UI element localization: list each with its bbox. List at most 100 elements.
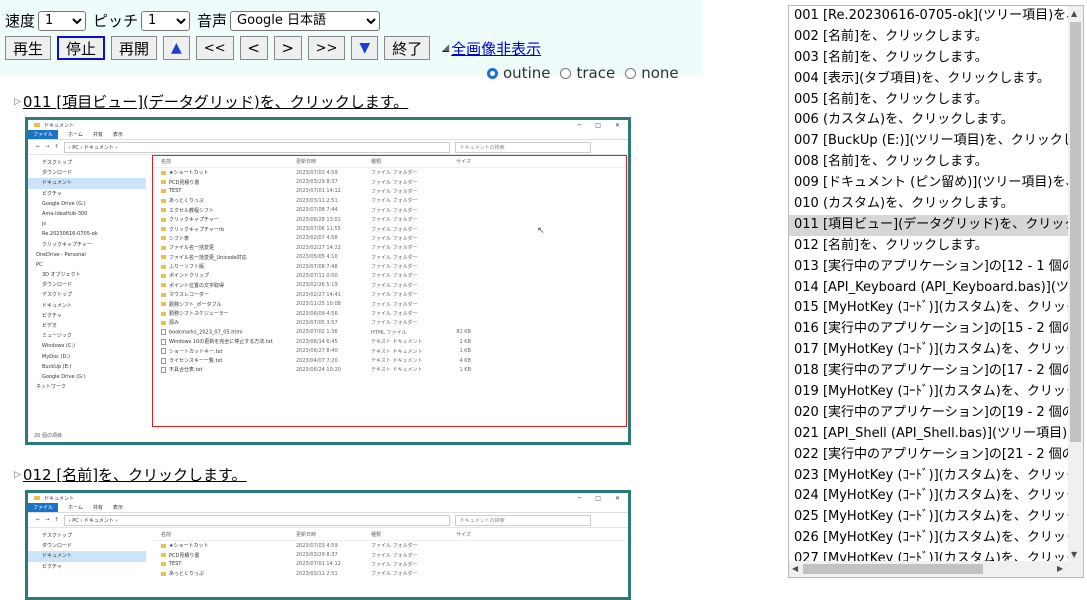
hide-images-link[interactable]: ◢ 全画像非表示 — [442, 38, 541, 59]
radio-outine[interactable]: outine — [487, 64, 550, 82]
horizontal-scrollbar[interactable]: ◀ ▶ — [789, 561, 1083, 577]
step-list-item[interactable]: 004 [表示](タブ項目)を、クリックします。 — [789, 69, 1083, 90]
step-list[interactable]: 001 [Re.20230616-0705-ok](ツリー項目)を、ク 002 [… — [788, 5, 1084, 578]
address-path: › PC › ドキュメント › — [63, 141, 450, 153]
file-row: ショートカットキー.txt 2023/06/27 8:40 テキスト ドキュメント 1… — [153, 346, 626, 355]
file-row: ファイル名一括変更_Unicode対応 2023/05/05 4:10 ファイル フ… — [153, 253, 626, 262]
address-bar: ← → ↑ › PC › ドキュメント › ドキュメントの検索 — [28, 140, 628, 155]
control-panel: 速度 1 ピッチ 1 音声 Google 日本語 再生 停止 再開 ▲ << <… — [0, 0, 703, 82]
step-heading-012[interactable]: ▷ 012 [名前]を、クリックします。 — [14, 464, 247, 485]
step-list-item[interactable]: 014 [API_Keyboard (API_Keyboard.bas)](ツリ — [789, 278, 1083, 299]
ribbon-tab: ファイル — [28, 130, 59, 139]
step-heading-011[interactable]: ▷ 011 [項目ビュー](データグリッド)を、クリックします。 — [14, 91, 408, 112]
nav-item: ネットワーク — [36, 384, 67, 391]
step-list-item[interactable]: 002 [名前]を、クリックします。 — [789, 27, 1083, 48]
radio-dot-icon — [625, 67, 637, 79]
step-list-item[interactable]: 024 [MyHotKey (ｺｰﾄﾞ)](カスタム)を、クリック — [789, 486, 1083, 507]
step-list-item[interactable]: 011 [項目ビュー](データグリッド)を、クリック — [789, 214, 1083, 236]
ribbon-tab: ホーム — [68, 505, 83, 511]
step-list-item[interactable]: 008 [名前]を、クリックします。 — [789, 152, 1083, 173]
end-button[interactable]: 終了 — [384, 36, 431, 60]
step-list-item[interactable]: 022 [実行中のアプリケーション]の[21 - 2 個の — [789, 445, 1083, 466]
step-list-item[interactable]: 009 [ドキュメント (ピン留め)](ツリー項目)を、 — [789, 173, 1083, 194]
bottom-button[interactable]: ▼ — [351, 36, 379, 60]
step-list-item[interactable]: 025 [MyHotKey (ｺｰﾄﾞ)](カスタム)を、クリック — [789, 507, 1083, 528]
folder-icon — [161, 302, 166, 307]
step-link[interactable]: 011 [項目ビュー](データグリッド)を、クリックします。 — [23, 91, 408, 112]
maximize-icon: □ — [595, 494, 601, 502]
step-list-item[interactable]: 020 [実行中のアプリケーション]の[19 - 2 個の — [789, 403, 1083, 424]
first-button[interactable]: << — [195, 36, 234, 60]
step-list-item[interactable]: 003 [名前]を、クリックします。 — [789, 48, 1083, 69]
step-list-item[interactable]: 015 [MyHotKey (ｺｰﾄﾞ)](カスタム)を、クリック — [789, 298, 1083, 319]
step-list-item[interactable]: 016 [実行中のアプリケーション]の[15 - 2 個の — [789, 319, 1083, 340]
file-row: TEST 2023/07/01 14:12 ファイル フォルダー — [153, 560, 626, 569]
speed-label: 速度 — [5, 12, 36, 30]
radio-none[interactable]: none — [625, 64, 679, 82]
step-list-item[interactable]: 006 (カスタム)を、クリックします。 — [789, 110, 1083, 131]
scroll-up-icon[interactable]: ▲ — [1071, 9, 1077, 18]
expand-triangle-icon: ▷ — [14, 96, 21, 107]
folder-icon — [161, 553, 166, 558]
playback-buttons: 再生 停止 再開 ▲ << < > >> ▼ 終了 ◢ 全画像非表示 — [5, 36, 541, 60]
window-titlebar: ドキュメント ─ □ ✕ — [28, 493, 628, 503]
prev-button[interactable]: < — [239, 36, 268, 60]
nav-item: Google Drive (G:) — [42, 373, 86, 380]
folder-icon — [161, 320, 166, 325]
file-row: ★ショートカット 2023/07/03 4:59 ファイル フォルダー — [153, 168, 626, 177]
folder-icon — [161, 292, 166, 297]
voice-select[interactable]: Google 日本語 — [230, 10, 381, 31]
file-row: PCD見積り書 2023/03/29 8:37 ファイル フォルダー — [153, 550, 626, 559]
step-link[interactable]: 012 [名前]を、クリックします。 — [23, 464, 247, 485]
pitch-select[interactable]: 1 — [141, 10, 191, 31]
play-button[interactable]: 再生 — [5, 36, 52, 60]
step-list-item[interactable]: 018 [実行中のアプリケーション]の[17 - 2 個の — [789, 361, 1083, 382]
stop-button[interactable]: 停止 — [57, 36, 106, 60]
scroll-right-icon[interactable]: ▶ — [1057, 564, 1063, 573]
resume-button[interactable]: 再開 — [111, 36, 158, 60]
scroll-down-icon[interactable]: ▼ — [1071, 550, 1077, 559]
step-list-item[interactable]: 023 [MyHotKey (ｺｰﾄﾞ)](カスタム)を、クリック — [789, 466, 1083, 487]
speed-select[interactable]: 1 — [38, 10, 87, 31]
scroll-left-icon[interactable]: ◀ — [792, 564, 798, 573]
ribbon-tab: 共有 — [92, 505, 103, 511]
folder-icon — [161, 543, 166, 548]
maximize-icon: □ — [595, 121, 601, 129]
next-button[interactable]: > — [273, 36, 302, 60]
folder-icon — [161, 264, 166, 269]
file-row: 勤務シフトスケジューラー 2023/06/09 4:56 ファイル フォルダー — [153, 309, 626, 318]
search-box: ドキュメントの検索 — [454, 141, 591, 153]
step-list-item[interactable]: 005 [名前]を、クリックします。 — [789, 90, 1083, 111]
radio-dot-icon — [487, 67, 498, 79]
explorer-body: デスクトップ ダウンロード ドキュメント ピクチャ Google Drive (G:) A… — [28, 155, 628, 427]
step-list-item[interactable]: 021 [API_Shell (API_Shell.bas)](ツリー項目)を — [789, 424, 1083, 445]
file-icon — [161, 338, 166, 345]
scroll-thumb[interactable] — [803, 564, 983, 574]
step-list-item[interactable]: 026 [MyHotKey (ｺｰﾄﾞ)](カスタム)を、クリック — [789, 528, 1083, 549]
top-button[interactable]: ▲ — [163, 36, 190, 60]
radio-trace[interactable]: trace — [560, 64, 615, 82]
hide-images-label: 全画像非表示 — [451, 39, 542, 58]
vertical-scrollbar[interactable]: ▲ ▼ — [1068, 6, 1083, 562]
nav-item: ダウンロード — [42, 543, 73, 550]
step-list-item[interactable]: 007 [BuckUp (E:)](ツリー項目)を、クリックし — [789, 131, 1083, 152]
step-list-item[interactable]: 010 (カスタム)を、クリックします。 — [789, 194, 1083, 215]
step-list-item[interactable]: 001 [Re.20230616-0705-ok](ツリー項目)を、ク — [789, 6, 1083, 27]
scroll-thumb[interactable] — [1070, 22, 1081, 442]
step-list-items: 001 [Re.20230616-0705-ok](ツリー項目)を、ク 002 [… — [789, 6, 1083, 570]
nav-item: ピクチャ — [42, 312, 62, 319]
step-list-item[interactable]: 013 [実行中のアプリケーション]の[12 - 1 個の — [789, 257, 1083, 278]
folder-icon — [161, 236, 166, 241]
window-controls: ─ □ ✕ — [578, 122, 628, 129]
radio-dot-icon — [560, 67, 572, 79]
nav-item: Re.20230616-0705-ok — [42, 231, 98, 238]
nav-item: ダウンロード — [42, 282, 73, 289]
folder-icon — [161, 311, 166, 316]
step-list-item[interactable]: 017 [MyHotKey (ｺｰﾄﾞ)](カスタム)を、クリック — [789, 340, 1083, 361]
step-list-item[interactable]: 019 [MyHotKey (ｺｰﾄﾞ)](カスタム)を、クリック — [789, 382, 1083, 403]
nav-item: Ama-IdeaHub-300 — [42, 210, 88, 217]
nav-item: 3D オブジェクト — [42, 272, 81, 279]
last-button[interactable]: >> — [307, 36, 346, 60]
file-row: bookmarks_2023_07_05.html 2023/07/02 1:36… — [153, 328, 626, 337]
step-list-item[interactable]: 012 [名前]を、クリックします。 — [789, 236, 1083, 257]
